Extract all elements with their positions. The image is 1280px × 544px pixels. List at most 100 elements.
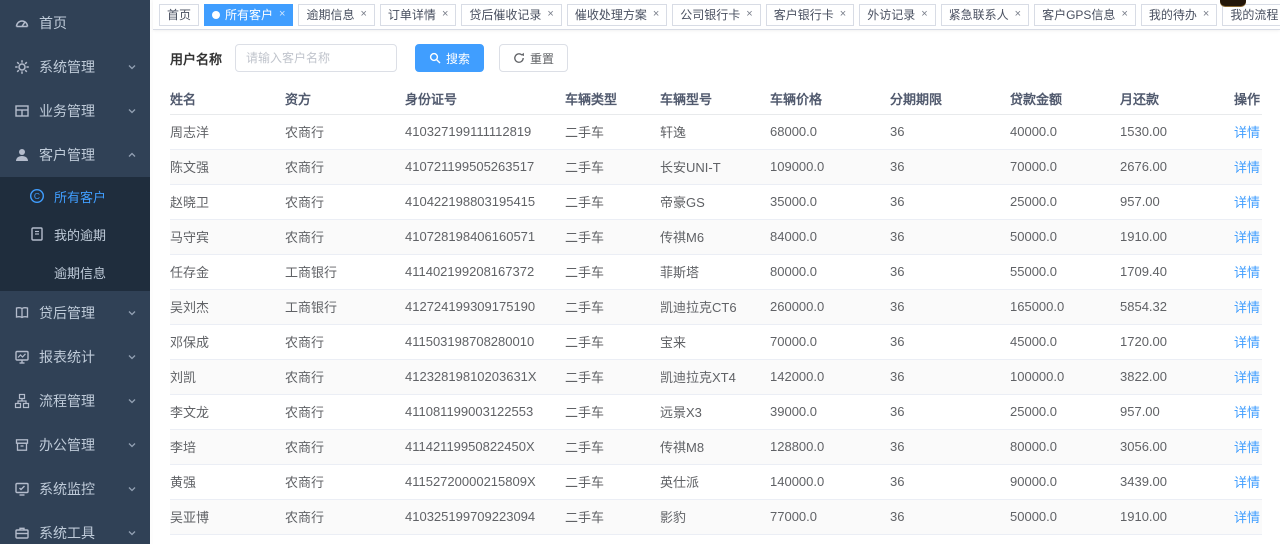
sidebar-item[interactable]: 首页 — [0, 1, 150, 45]
cell-vehicle-model: 凯迪拉克CT6 — [660, 289, 770, 324]
close-icon[interactable]: × — [1121, 9, 1127, 20]
cell-id-number: 411503198708280010 — [405, 324, 565, 359]
tab[interactable]: 我的流程× — [1222, 4, 1280, 26]
cell-monthly-payment — [1120, 534, 1215, 544]
close-icon[interactable]: × — [442, 9, 448, 20]
tab-label: 外访记录 — [867, 6, 915, 23]
grid-icon — [14, 103, 30, 119]
detail-link[interactable]: 详情 — [1234, 335, 1260, 350]
cell-id-number: 410327199111112819 — [405, 114, 565, 149]
tab[interactable]: 首页 — [159, 4, 199, 26]
cell-funder: 农商行 — [285, 149, 405, 184]
cell-loan-amount: 50000.0 — [1010, 499, 1120, 534]
tab[interactable]: 外访记录 × — [859, 4, 935, 26]
cell-loan-amount: 80000.0 — [1010, 429, 1120, 464]
cell-installment-term: 36 — [890, 254, 1010, 289]
tab-label: 首页 — [167, 6, 191, 23]
close-icon[interactable]: × — [1203, 9, 1209, 20]
sidebar-item[interactable]: C所有客户 — [0, 177, 150, 215]
cell-installment-term: 36 — [890, 149, 1010, 184]
cell-name: 吴亚博 — [170, 499, 285, 534]
table-row: 刘凯农商行41232819810203631X二手车凯迪拉克XT4142000.… — [170, 359, 1262, 394]
sidebar-item[interactable]: 逾期信息 — [0, 253, 150, 291]
sidebar-item[interactable]: 流程管理 — [0, 379, 150, 423]
chevron-down-icon — [127, 528, 137, 538]
sidebar-item[interactable]: 系统工具 — [0, 511, 150, 544]
detail-link[interactable]: 详情 — [1234, 510, 1260, 525]
reset-button[interactable]: 重置 — [499, 44, 568, 72]
column-header-loan-amount: 贷款金额 — [1010, 84, 1120, 114]
sidebar-item[interactable]: 贷后管理 — [0, 291, 150, 335]
table-row: 任存金工商银行411402199208167372二手车菲斯塔80000.036… — [170, 254, 1262, 289]
sidebar-item[interactable]: 我的逾期 — [0, 215, 150, 253]
detail-link[interactable]: 详情 — [1234, 160, 1260, 175]
tab[interactable]: 客户银行卡× — [766, 4, 854, 26]
search-button[interactable]: 搜索 — [415, 44, 484, 72]
cell-vehicle-price: 140000.0 — [770, 464, 890, 499]
cell-monthly-payment: 1709.40 — [1120, 254, 1215, 289]
cell-installment-term: 36 — [890, 114, 1010, 149]
sidebar-item-label: 报表统计 — [39, 347, 95, 367]
detail-link[interactable]: 详情 — [1234, 265, 1260, 280]
office-icon — [14, 437, 30, 453]
reset-button-label: 重置 — [530, 50, 554, 67]
tab[interactable]: 所有客户× — [204, 4, 293, 26]
tab[interactable]: 客户GPS信息× — [1034, 4, 1136, 26]
cell-action: 详情 — [1215, 219, 1262, 254]
tab[interactable]: 催收处理方案× — [567, 4, 667, 26]
column-header-name: 姓名 — [170, 84, 285, 114]
customer-name-input[interactable] — [235, 44, 397, 72]
tab[interactable]: 订单详情 × — [380, 4, 456, 26]
detail-link[interactable]: 详情 — [1234, 440, 1260, 455]
detail-link[interactable]: 详情 — [1234, 195, 1260, 210]
detail-link[interactable]: 详情 — [1234, 370, 1260, 385]
tab[interactable]: 紧急联系人× — [941, 4, 1029, 26]
sidebar-item[interactable]: 办公管理 — [0, 423, 150, 467]
tab[interactable]: 逾期信息× — [298, 4, 374, 26]
detail-link[interactable]: 详情 — [1234, 300, 1260, 315]
cell-monthly-payment: 957.00 — [1120, 394, 1215, 429]
cell-vehicle-type: 二手车 — [565, 534, 660, 544]
detail-link[interactable]: 详情 — [1234, 230, 1260, 245]
notebook-icon — [29, 226, 45, 242]
detail-link[interactable]: 详情 — [1234, 125, 1260, 140]
sidebar-item[interactable]: 报表统计 — [0, 335, 150, 379]
tab[interactable]: 贷后催收记录 × — [461, 4, 561, 26]
tab[interactable]: 公司银行卡× — [672, 4, 760, 26]
cell-installment-term — [890, 534, 1010, 544]
chevron-up-icon — [127, 150, 137, 160]
cell-funder: 农商行 — [285, 184, 405, 219]
close-icon[interactable]: × — [921, 9, 927, 20]
no-icon — [29, 264, 45, 280]
tab-label: 贷后催收记录 — [469, 6, 541, 23]
close-icon[interactable]: × — [547, 9, 553, 20]
sidebar-item-label: 办公管理 — [39, 435, 95, 455]
cell-vehicle-model: 影豹 — [660, 499, 770, 534]
close-icon[interactable]: × — [360, 9, 366, 20]
cell-vehicle-model — [660, 534, 770, 544]
table-row: 邓保成农商行411503198708280010二手车宝来70000.03645… — [170, 324, 1262, 359]
close-icon[interactable]: × — [1015, 9, 1021, 20]
cell-vehicle-model: 传祺M6 — [660, 219, 770, 254]
sidebar-item-label: 系统工具 — [39, 523, 95, 543]
sidebar-item-label: 客户管理 — [39, 145, 95, 165]
sidebar-item[interactable]: 业务管理 — [0, 89, 150, 133]
cell-id-number: 41232819810203631X — [405, 359, 565, 394]
sidebar-item[interactable]: 系统监控 — [0, 467, 150, 511]
tab-label: 订单详情 — [388, 6, 436, 23]
close-icon[interactable]: × — [840, 9, 846, 20]
close-icon[interactable]: × — [279, 9, 285, 20]
cell-monthly-payment: 3439.00 — [1120, 464, 1215, 499]
close-icon[interactable]: × — [653, 9, 659, 20]
close-icon[interactable]: × — [746, 9, 752, 20]
detail-link[interactable]: 详情 — [1234, 405, 1260, 420]
sidebar-item[interactable]: 系统管理 — [0, 45, 150, 89]
sidebar-item-label: 系统监控 — [39, 479, 95, 499]
sidebar-item[interactable]: 客户管理 — [0, 133, 150, 177]
search-form: 用户名称 搜索 重置 — [170, 43, 1262, 73]
cell-name: 任存金 — [170, 254, 285, 289]
avatar[interactable] — [1220, 0, 1246, 6]
detail-link[interactable]: 详情 — [1234, 475, 1260, 490]
tab[interactable]: 我的待办× — [1141, 4, 1217, 26]
cell-vehicle-price: 128800.0 — [770, 429, 890, 464]
